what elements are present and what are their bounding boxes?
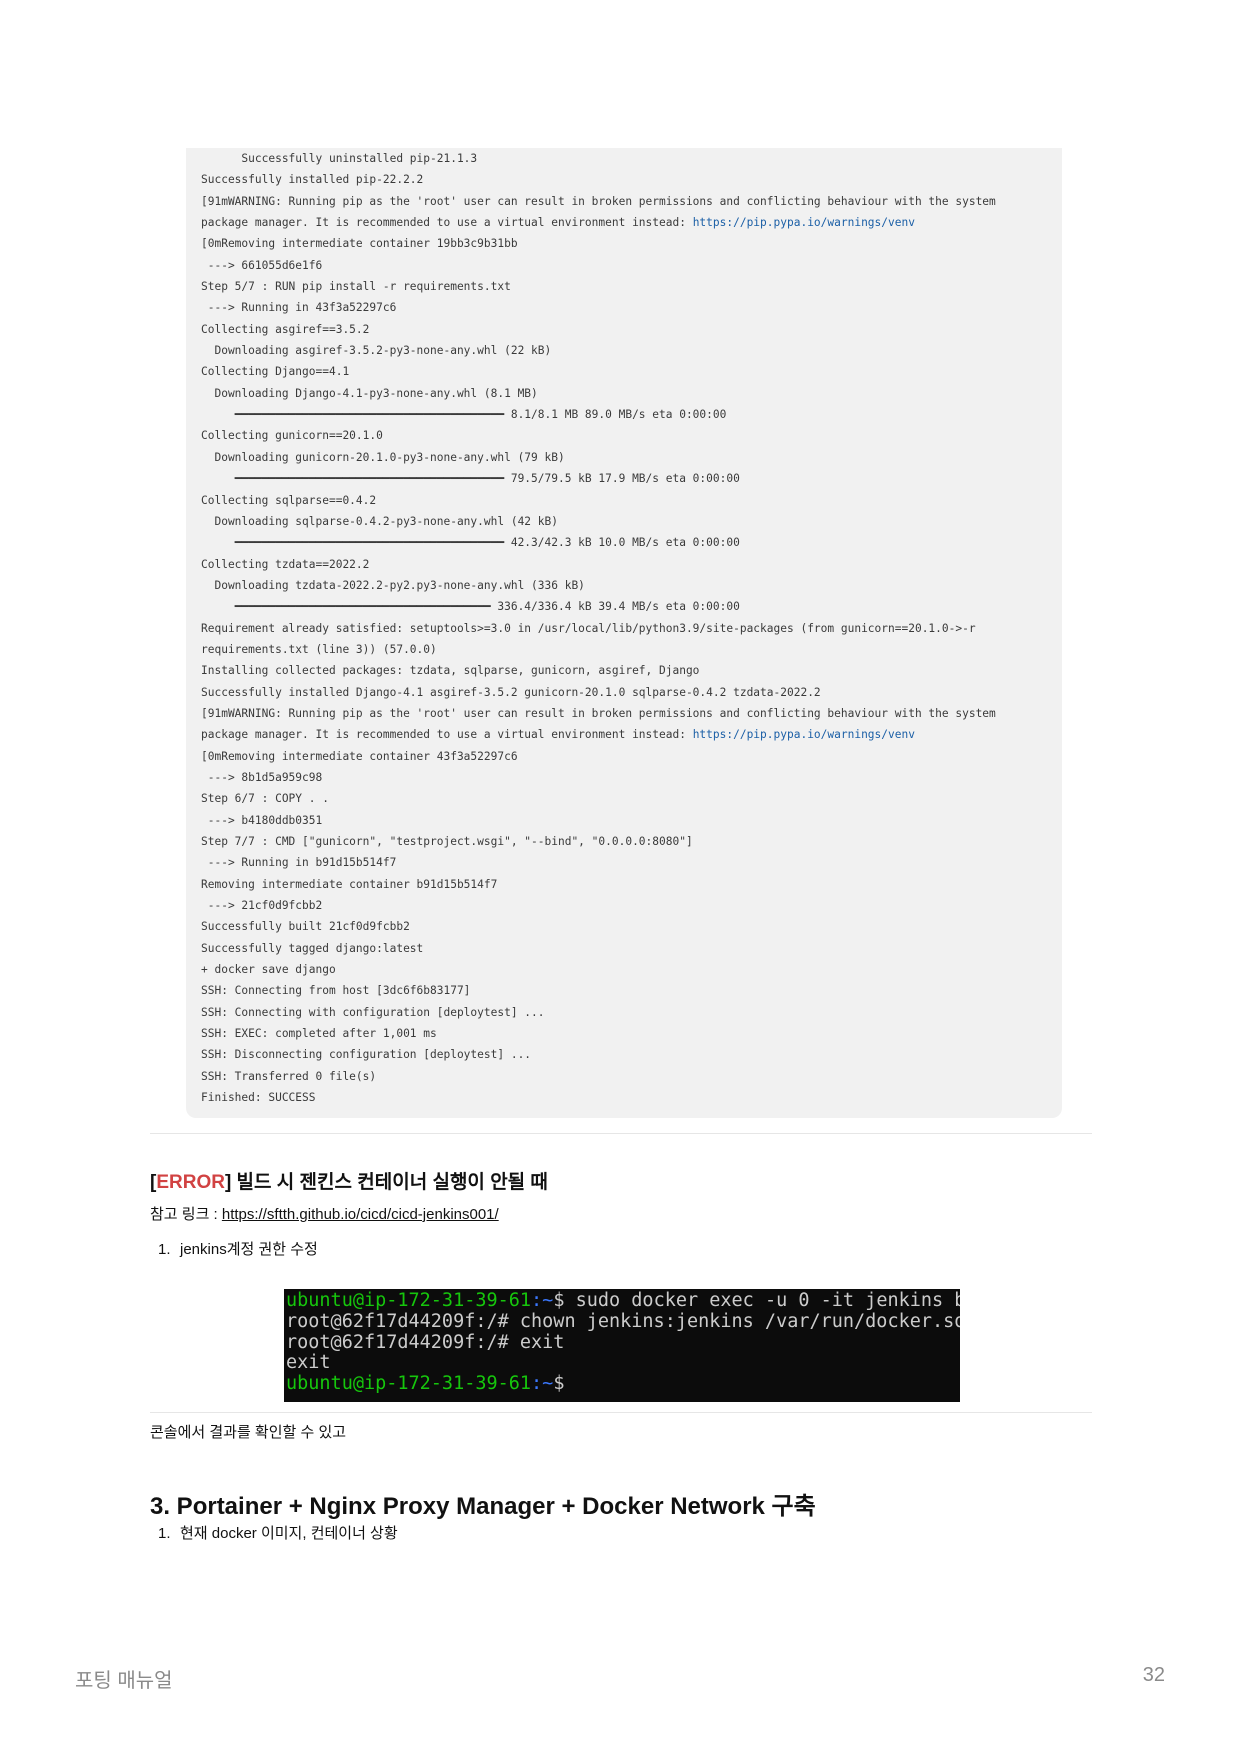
log-line: Collecting Django==4.1 — [201, 361, 1062, 382]
log-line: Downloading gunicorn-20.1.0-py3-none-any… — [201, 447, 1062, 468]
log-line: SSH: Connecting with configuration [depl… — [201, 1002, 1062, 1023]
log-line: ---> Running in b91d15b514f7 — [201, 852, 1062, 873]
log-line: Successfully installed Django-4.1 asgire… — [201, 682, 1062, 703]
reference-line: 참고 링크 : https://sftth.github.io/cicd/cic… — [150, 1203, 499, 1224]
terminal-line: exit — [286, 1353, 960, 1374]
log-line: Requirement already satisfied: setuptool… — [201, 618, 1062, 639]
log-line: [0mRemoving intermediate container 19bb… — [201, 233, 1062, 254]
list-item-text: jenkins계정 권한 수정 — [180, 1241, 318, 1258]
divider — [150, 1412, 1092, 1413]
list-number: 1. — [158, 1525, 180, 1542]
heading-text: ] 빌드 시 젠킨스 컨테이너 실행이 안될 때 — [225, 1172, 548, 1193]
terminal-prompt-user: ubuntu@ip-172-31-39-61 — [286, 1373, 531, 1394]
log-line: SSH: Transferred 0 file(s) — [201, 1066, 1062, 1087]
list-item-text: 현재 docker 이미지, 컨테이너 상황 — [180, 1525, 398, 1542]
log-line: Installing collected packages: tzdata, s… — [201, 660, 1062, 681]
log-line: SSH: EXEC: completed after 1,001 ms — [201, 1023, 1062, 1044]
log-progress-line: ━━━━━━━━━━━━━━━━━━━━━━━━━━━━━━━━━━━━━━ 3… — [201, 596, 1062, 617]
terminal-command: $ sudo docker exec -u 0 -it jenkins bash — [553, 1290, 960, 1311]
error-heading: [ERROR] 빌드 시 젠킨스 컨테이너 실행이 안될 때 — [150, 1167, 548, 1194]
log-line: + docker save django — [201, 959, 1062, 980]
log-line: Step 7/7 : CMD ["gunicorn", "testproject… — [201, 831, 1062, 852]
log-line: [91mWARNING: Running pip as the 'root' … — [201, 703, 1062, 724]
log-line: [91mWARNING: Running pip as the 'root' … — [201, 191, 1062, 212]
log-line: Finished: SUCCESS — [201, 1087, 1062, 1108]
footer-doc-title: 포팅 매뉴얼 — [75, 1664, 173, 1693]
console-note: 콘솔에서 결과를 확인할 수 있고 — [150, 1421, 346, 1442]
log-line: Step 5/7 : RUN pip install -r requiremen… — [201, 276, 1062, 297]
log-line: requirements.txt (line 3)) (57.0.0) — [201, 639, 1062, 660]
log-line: Downloading Django-4.1-py3-none-any.whl … — [201, 383, 1062, 404]
log-text: package manager. It is recommended to us… — [201, 216, 693, 229]
footer-page-number: 32 — [1143, 1664, 1165, 1687]
log-line: Collecting asgiref==3.5.2 — [201, 319, 1062, 340]
list-number: 1. — [158, 1241, 180, 1258]
log-line: Collecting gunicorn==20.1.0 — [201, 425, 1062, 446]
log-progress-line: ━━━━━━━━━━━━━━━━━━━━━━━━━━━━━━━━━━━━━━━━… — [201, 468, 1062, 489]
reference-link[interactable]: https://sftth.github.io/cicd/cicd-jenkin… — [222, 1206, 499, 1223]
log-progress-line: ━━━━━━━━━━━━━━━━━━━━━━━━━━━━━━━━━━━━━━━━… — [201, 404, 1062, 425]
pip-venv-link[interactable]: https://pip.pypa.io/warnings/venv — [693, 216, 915, 229]
log-line: Collecting sqlparse==0.4.2 — [201, 490, 1062, 511]
terminal-line: ubuntu@ip-172-31-39-61:~$ — [286, 1374, 960, 1395]
log-line: Downloading tzdata-2022.2-py2.py3-none-a… — [201, 575, 1062, 596]
log-line: ---> Running in 43f3a52297c6 — [201, 297, 1062, 318]
divider — [150, 1133, 1092, 1134]
log-line: ---> b4180ddb0351 — [201, 810, 1062, 831]
terminal-line: root@62f17d44209f:/# chown jenkins:jenki… — [286, 1312, 960, 1333]
list-item: 1. 현재 docker 이미지, 컨테이너 상황 — [158, 1522, 398, 1543]
pip-venv-link[interactable]: https://pip.pypa.io/warnings/venv — [693, 728, 915, 741]
log-line: ---> 8b1d5a959c98 — [201, 767, 1062, 788]
log-progress-line: ━━━━━━━━━━━━━━━━━━━━━━━━━━━━━━━━━━━━━━━━… — [201, 532, 1062, 553]
log-line: package manager. It is recommended to us… — [201, 724, 1062, 745]
log-line: Step 6/7 : COPY . . — [201, 788, 1062, 809]
terminal-line: root@62f17d44209f:/# exit — [286, 1333, 960, 1354]
error-label: ERROR — [156, 1172, 225, 1193]
terminal-prompt-path: :~ — [531, 1373, 553, 1394]
section-title: 3. Portainer + Nginx Proxy Manager + Doc… — [150, 1486, 816, 1521]
log-line: ---> 21cf0d9fcbb2 — [201, 895, 1062, 916]
log-line: Successfully built 21cf0d9fcbb2 — [201, 916, 1062, 937]
log-line: Removing intermediate container b91d15b5… — [201, 874, 1062, 895]
log-text: package manager. It is recommended to us… — [201, 728, 693, 741]
log-line: package manager. It is recommended to us… — [201, 212, 1062, 233]
log-line: Successfully uninstalled pip-21.1.3 — [201, 148, 1062, 169]
log-line: Successfully tagged django:latest — [201, 938, 1062, 959]
log-line: Downloading asgiref-3.5.2-py3-none-any.w… — [201, 340, 1062, 361]
reference-label: 참고 링크 : — [150, 1206, 222, 1223]
log-line: Collecting tzdata==2022.2 — [201, 554, 1062, 575]
log-line: SSH: Connecting from host [3dc6f6b83177] — [201, 980, 1062, 1001]
log-line: [0mRemoving intermediate container 43f3… — [201, 746, 1062, 767]
terminal-line: ubuntu@ip-172-31-39-61:~$ sudo docker ex… — [286, 1291, 960, 1312]
terminal-prompt-user: ubuntu@ip-172-31-39-61 — [286, 1290, 531, 1311]
log-line: Downloading sqlparse-0.4.2-py3-none-any.… — [201, 511, 1062, 532]
log-line: Successfully installed pip-22.2.2 — [201, 169, 1062, 190]
list-item: 1. jenkins계정 권한 수정 — [158, 1238, 318, 1259]
build-log-output: Successfully uninstalled pip-21.1.3 Succ… — [186, 148, 1062, 1118]
terminal-screenshot: ubuntu@ip-172-31-39-61:~$ sudo docker ex… — [284, 1289, 960, 1402]
log-line: SSH: Disconnecting configuration [deploy… — [201, 1044, 1062, 1065]
terminal-prompt-path: :~ — [531, 1290, 553, 1311]
terminal-command: $ — [553, 1373, 564, 1394]
log-line: ---> 661055d6e1f6 — [201, 255, 1062, 276]
